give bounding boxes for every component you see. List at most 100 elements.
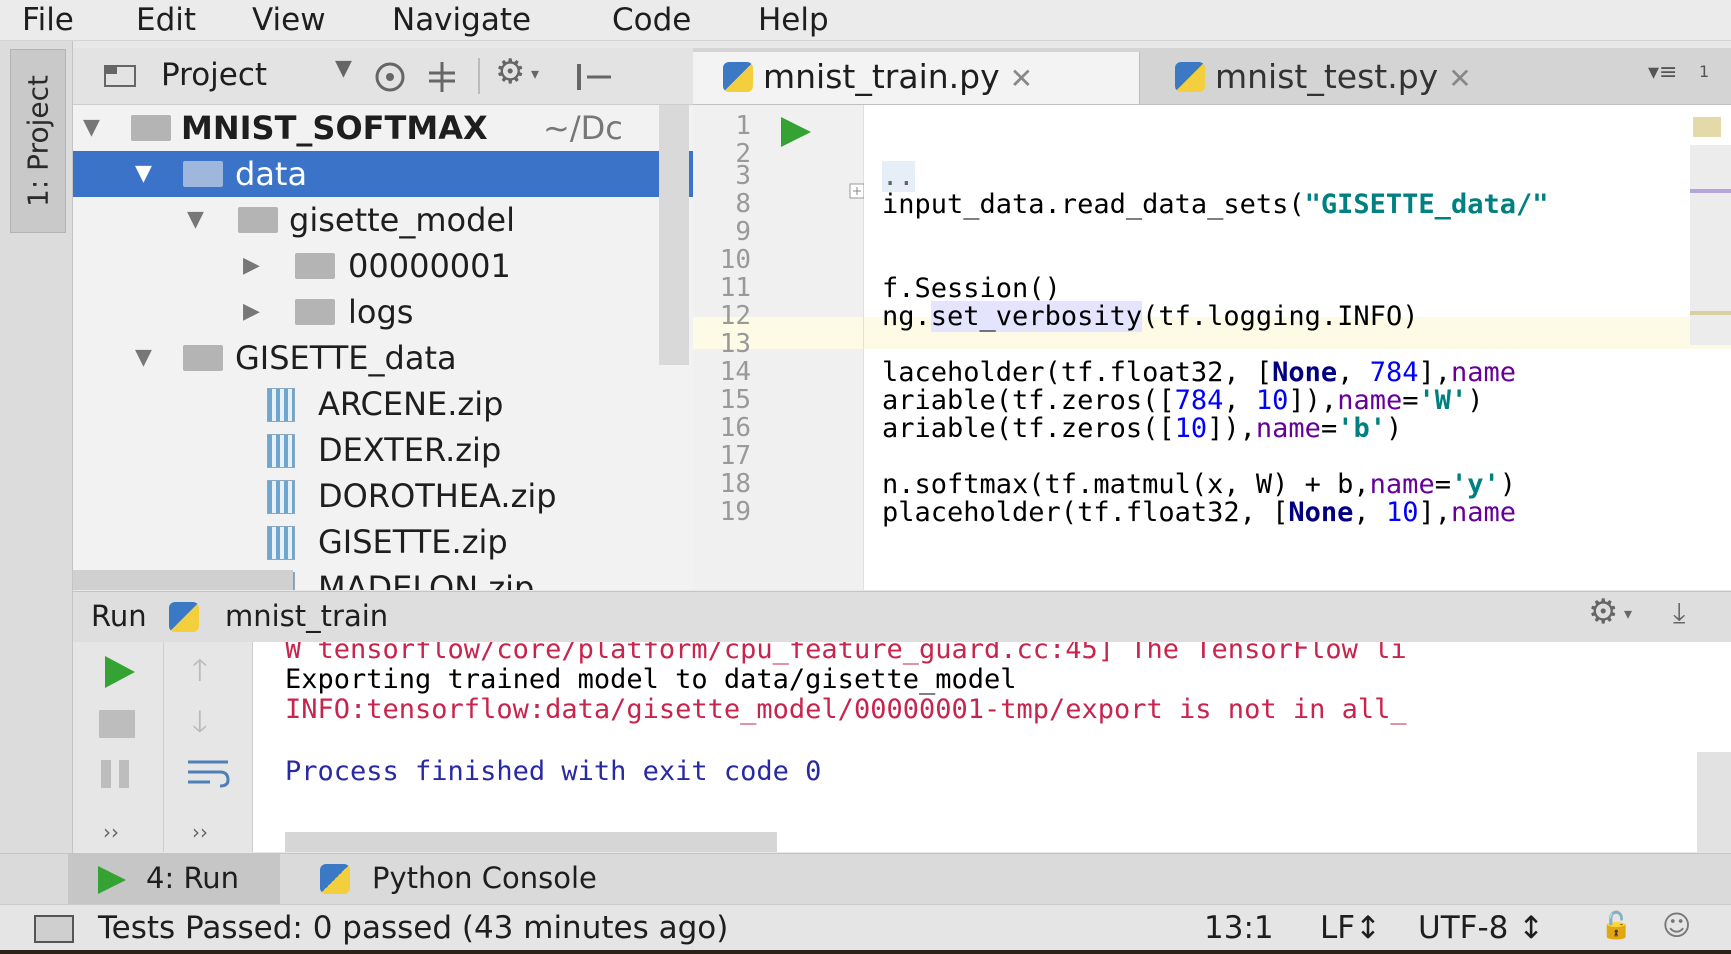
- tree-node-label: GISETTE.zip: [318, 523, 508, 561]
- tree-node-path: ~/Dc: [543, 109, 623, 147]
- editor-gutter: 1 2 3 8 9 10 11 12 13 14 15 16 17 18 19: [693, 105, 865, 590]
- toggle-tool-windows-icon[interactable]: [34, 915, 74, 943]
- folder-icon: [238, 207, 278, 233]
- line-number: 12: [719, 301, 751, 331]
- project-tool-tab[interactable]: 1: Project: [10, 49, 66, 233]
- run-config-name[interactable]: mnist_train: [225, 598, 388, 634]
- code-line-12: ng.set_verbosity(tf.logging.INFO): [882, 301, 1419, 332]
- tool-tab-python-console[interactable]: Python Console: [310, 854, 670, 904]
- menu-bar: File Edit View Navigate Code Help: [0, 0, 1731, 41]
- caret-position[interactable]: 13:1: [1204, 909, 1274, 947]
- python-run-config-icon: [169, 602, 199, 632]
- tree-node-label: gisette_model: [289, 201, 515, 239]
- tree-horizontal-scrollbar[interactable]: [73, 570, 293, 590]
- tree-node-dexter-zip[interactable]: DEXTER.zip: [73, 427, 693, 473]
- tool-tab-run-label: 4: Run: [146, 861, 240, 895]
- status-message[interactable]: Tests Passed: 0 passed (43 minutes ago): [98, 909, 728, 947]
- tree-node-logs[interactable]: ▶ logs: [73, 289, 693, 335]
- locate-icon[interactable]: [373, 60, 407, 94]
- gear-icon[interactable]: ⚙: [495, 52, 525, 92]
- console-vertical-scrollbar[interactable]: [1697, 752, 1731, 852]
- expand-arrow-icon[interactable]: ▼: [83, 105, 100, 151]
- line-number: 14: [719, 357, 751, 387]
- editor-scrollbar[interactable]: [1690, 145, 1731, 345]
- line-number: 18: [719, 469, 751, 499]
- line-number: 15: [719, 385, 751, 415]
- tree-node-gisette-data[interactable]: ▼ GISETTE_data: [73, 335, 693, 381]
- menu-edit[interactable]: Edit: [136, 2, 196, 38]
- tree-node-00000001[interactable]: ▶ 00000001: [73, 243, 693, 289]
- python-file-icon: [1175, 62, 1205, 92]
- tool-tab-run[interactable]: 4: Run: [68, 854, 280, 904]
- collapsed-arrow-icon[interactable]: ▶: [243, 243, 260, 289]
- tree-node-root[interactable]: ▼ MNIST_SOFTMAX ~/Dc: [73, 105, 693, 151]
- ide-window: File Edit View Navigate Code Help 1: Pro…: [0, 0, 1731, 950]
- line-number: 16: [719, 413, 751, 443]
- tree-node-data[interactable]: ▼ data: [73, 151, 693, 197]
- lock-icon[interactable]: 🔓: [1600, 911, 1632, 941]
- inspection-status-icon[interactable]: [1693, 117, 1721, 137]
- folded-region[interactable]: ..: [882, 161, 915, 192]
- tree-node-gisette-zip[interactable]: GISETTE.zip: [73, 519, 693, 565]
- menu-view[interactable]: View: [252, 2, 326, 38]
- tree-node-gisette-model[interactable]: ▼ gisette_model: [73, 197, 693, 243]
- project-tool-tab-label: 1: Project: [21, 75, 55, 207]
- project-panel-title[interactable]: Project: [161, 54, 267, 96]
- stop-icon[interactable]: [99, 710, 135, 738]
- project-tree: ▼ MNIST_SOFTMAX ~/Dc ▼ data ▼ gisette_mo…: [73, 105, 693, 590]
- line-number: 19: [719, 497, 751, 527]
- more-icon[interactable]: ››: [103, 820, 119, 844]
- expand-arrow-icon[interactable]: ▼: [187, 197, 204, 243]
- menu-code[interactable]: Code: [612, 2, 691, 38]
- editor-tab-bar: mnist_train.py ✕ mnist_test.py ✕ ▾≡ 1: [693, 48, 1731, 105]
- folder-icon: [295, 299, 335, 325]
- tree-node-label: logs: [348, 293, 414, 331]
- more-icon[interactable]: ››: [192, 820, 208, 844]
- tree-node-dorothea-zip[interactable]: DOROTHEA.zip: [73, 473, 693, 519]
- hide-panel-icon[interactable]: [573, 60, 613, 94]
- line-number: 11: [719, 273, 751, 303]
- run-panel-title: Run: [91, 599, 147, 633]
- console-output[interactable]: W tensorflow/core/platform/cpu_feature_g…: [253, 642, 1731, 852]
- chevron-down-icon[interactable]: ▼: [335, 56, 352, 81]
- hide-panel-icon[interactable]: ⤓: [1673, 596, 1685, 630]
- console-horizontal-scrollbar[interactable]: [285, 832, 777, 852]
- tree-node-arcene-zip[interactable]: ARCENE.zip: [73, 381, 693, 427]
- expand-arrow-icon[interactable]: ▼: [135, 151, 152, 197]
- arrow-down-icon[interactable]: 🡓: [192, 700, 208, 751]
- run-gutter-icon[interactable]: [779, 115, 813, 149]
- gear-dropdown-icon[interactable]: ▾: [531, 64, 539, 83]
- collapsed-arrow-icon[interactable]: ▶: [243, 289, 260, 335]
- tab-mnist-test[interactable]: mnist_test.py ✕: [1163, 52, 1535, 104]
- close-icon[interactable]: ✕: [1010, 62, 1033, 95]
- expand-arrow-icon[interactable]: ▼: [135, 335, 152, 381]
- tab-mnist-train[interactable]: mnist_train.py ✕: [693, 52, 1140, 104]
- line-separator[interactable]: LF↕: [1320, 909, 1381, 947]
- tab-overflow-icon[interactable]: ▾≡: [1648, 60, 1677, 85]
- menu-help[interactable]: Help: [758, 2, 829, 38]
- soft-wrap-icon[interactable]: [186, 756, 230, 790]
- tree-node-label: MNIST_SOFTMAX: [181, 109, 488, 147]
- pause-icon[interactable]: [101, 760, 111, 788]
- file-encoding[interactable]: UTF-8 ↕: [1418, 909, 1544, 947]
- inspector-icon[interactable]: ☺: [1662, 909, 1691, 942]
- tree-node-label: DEXTER.zip: [318, 431, 502, 469]
- code-editor[interactable]: .. input_data.read_data_sets("GISETTE_da…: [864, 105, 1731, 590]
- folder-icon: [183, 345, 223, 371]
- tree-node-label: 00000001: [348, 247, 511, 285]
- tree-scrollbar[interactable]: [659, 105, 689, 365]
- close-icon[interactable]: ✕: [1448, 62, 1471, 95]
- menu-navigate[interactable]: Navigate: [392, 2, 531, 38]
- tab-label: mnist_train.py: [763, 57, 1000, 96]
- menu-file[interactable]: File: [22, 2, 74, 38]
- arrow-up-icon[interactable]: 🡑: [192, 648, 208, 699]
- code-line-8: input_data.read_data_sets("GISETTE_data/…: [882, 189, 1549, 220]
- gear-icon[interactable]: ⚙: [1588, 592, 1618, 632]
- gear-dropdown-icon[interactable]: ▾: [1624, 604, 1632, 623]
- project-panel-header: Project ▼ ⚙ ▾: [73, 48, 693, 105]
- pause-icon[interactable]: [119, 760, 129, 788]
- rerun-icon[interactable]: [101, 654, 137, 690]
- collapse-all-icon[interactable]: [425, 60, 459, 94]
- console-line: Exporting trained model to data/gisette_…: [285, 664, 1017, 695]
- code-line-19: placeholder(tf.float32, [None, 10],name: [882, 497, 1516, 528]
